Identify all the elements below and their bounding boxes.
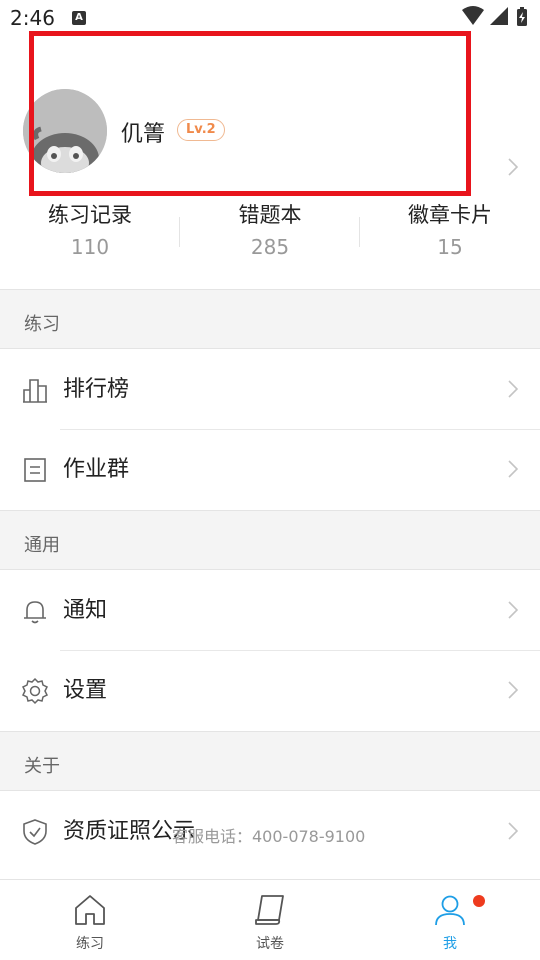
stat-label: 错题本 [238,203,302,227]
stat-label: 练习记录 [48,203,132,227]
ranking-chart-icon [23,379,47,403]
chevron-right-icon [508,380,518,398]
paper-scroll-icon [255,895,284,925]
stat-practice-records[interactable]: 练习记录 110 [0,200,180,264]
battery-icon [517,7,527,26]
stat-value: 110 [70,235,110,259]
chevron-right-icon [508,158,518,176]
username: 仉箐 [121,122,166,147]
section-header-general: 通用 [0,510,540,570]
stat-wrong-questions[interactable]: 错题本 285 [180,200,360,264]
notification-dot [473,895,485,907]
nav-label: 我 [443,936,457,952]
chevron-right-icon [508,460,518,478]
penguin-avatar-icon [23,89,107,173]
section-header-practice: 练习 [0,289,540,349]
nav-tab-me[interactable]: 我 [360,880,540,960]
stat-value: 285 [250,235,290,259]
stat-badge-cards[interactable]: 徽章卡片 15 [360,200,540,264]
shield-check-icon [23,819,47,845]
customer-service-hotline[interactable]: 客服电话：400-078-9100 [172,826,365,848]
bottom-nav: 练习 试卷 我 [0,879,540,960]
row-ranking[interactable]: 排行榜 [0,350,540,430]
document-list-icon [24,458,46,482]
stats-bar: 练习记录 110 错题本 285 徽章卡片 15 [0,196,540,286]
row-homework-group[interactable]: 作业群 [0,430,540,510]
chevron-right-icon [508,601,518,619]
avatar[interactable] [23,89,107,173]
row-label: 排行榜 [63,377,130,402]
stat-value: 15 [437,235,463,259]
chevron-right-icon [508,681,518,699]
stat-label: 徽章卡片 [408,203,492,227]
bell-icon [24,601,46,624]
row-label: 设置 [63,678,108,703]
status-time: 2:46 [10,6,55,30]
profile-screen: 2:46 A 仉箐 Lv.2 练习记录 110 错题本 285 徽章卡片 15 … [0,0,540,960]
section-title: 关于 [24,756,60,777]
status-icons [462,6,527,26]
section-header-about: 关于 [0,731,540,791]
section-title: 练习 [24,314,60,335]
home-icon [75,895,105,925]
profile-header[interactable]: 仉箐 Lv.2 [0,36,540,196]
nav-tab-practice[interactable]: 练习 [0,880,180,960]
section-title: 通用 [24,535,60,556]
user-icon [435,895,465,926]
row-label: 通知 [63,598,108,623]
signal-icon [490,7,508,25]
nav-label: 试卷 [256,936,284,952]
nav-tab-papers[interactable]: 试卷 [180,880,360,960]
status-bar: 2:46 A [0,0,540,36]
level-badge: Lv.2 [177,119,225,141]
nav-label: 练习 [76,936,104,952]
notification-a-icon: A [72,11,86,25]
row-label: 作业群 [63,457,130,482]
wifi-icon [462,6,484,25]
gear-icon [21,677,49,705]
row-settings[interactable]: 设置 [0,651,540,731]
row-notifications[interactable]: 通知 [0,571,540,651]
chevron-right-icon [508,822,518,840]
